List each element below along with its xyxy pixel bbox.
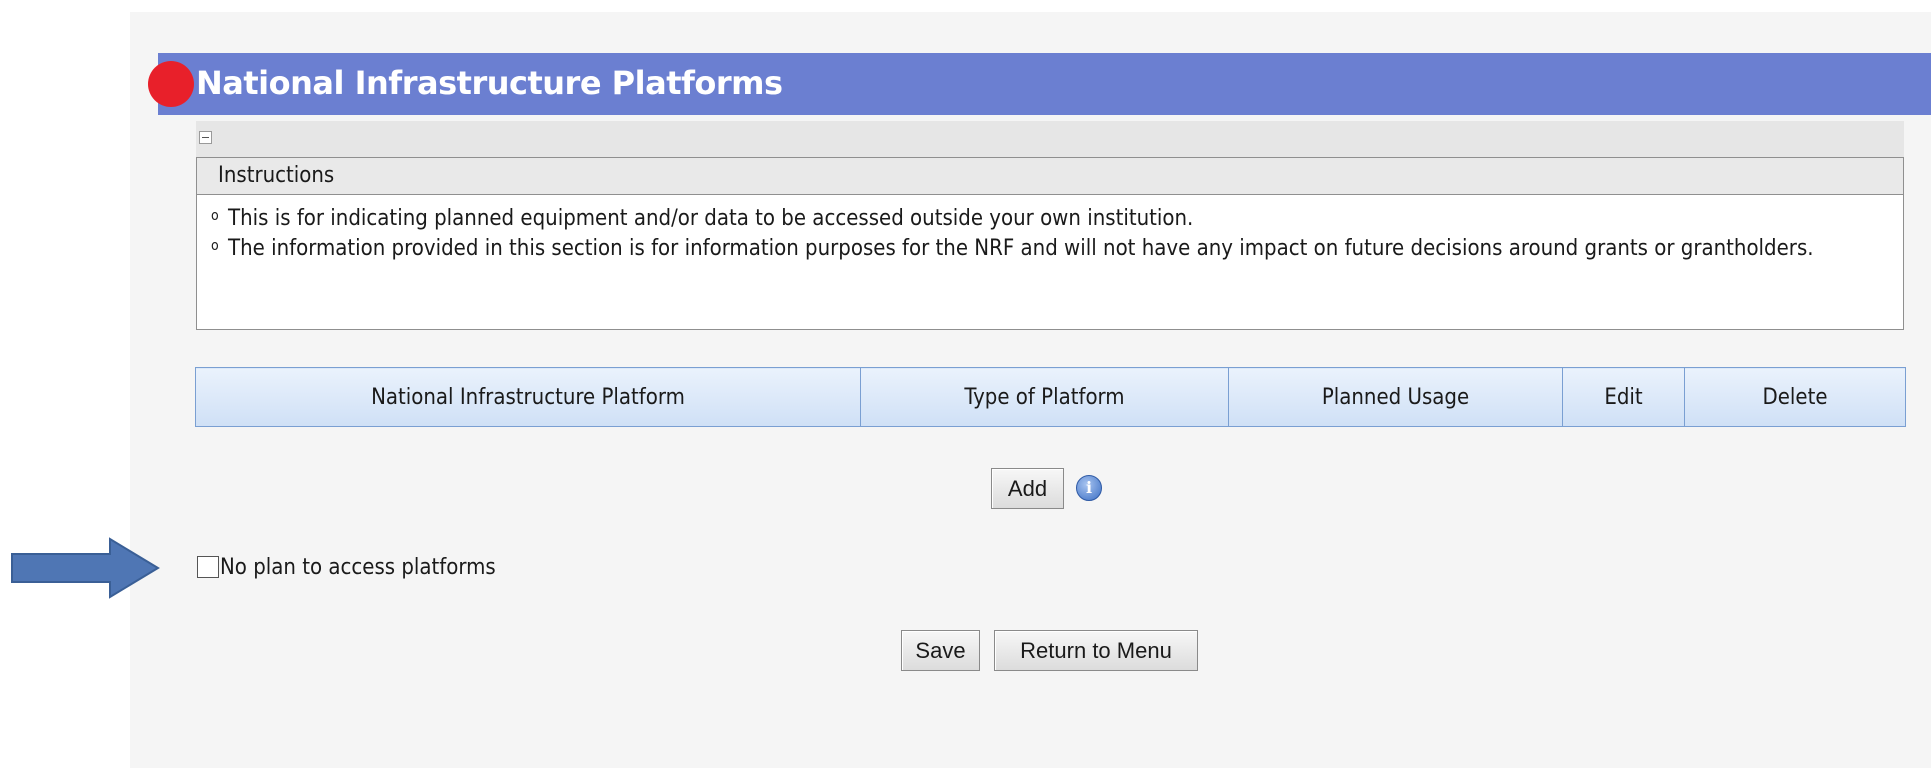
instructions-panel: Instructions o This is for indicating pla… [196,157,1904,330]
instructions-list: o This is for indicating planned equipmen… [197,195,1903,263]
add-button[interactable]: Add [991,468,1064,509]
instructions-header: Instructions [197,158,1903,195]
save-button[interactable]: Save [901,630,980,671]
bullet-icon: o [211,208,219,224]
platforms-table: National Infrastructure Platform Type of… [195,367,1906,427]
return-to-menu-button[interactable]: Return to Menu [994,630,1198,671]
column-header-edit: Edit [1562,367,1685,427]
instruction-text: This is for indicating planned equipment… [228,206,1194,231]
bullet-icon: o [211,238,219,254]
page-title: National Infrastructure Platforms [196,64,783,102]
column-header-platform: National Infrastructure Platform [195,367,861,427]
no-plan-checkbox[interactable] [197,556,219,578]
column-header-type: Type of Platform [860,367,1229,427]
collapse-strip [196,121,1904,157]
column-header-usage: Planned Usage [1228,367,1563,427]
instruction-item: o The information provided in this sectio… [197,235,1903,263]
instruction-text: The information provided in this section… [228,236,1814,261]
collapse-minus-icon[interactable] [199,131,212,144]
column-header-delete: Delete [1684,367,1906,427]
no-plan-label[interactable]: No plan to access platforms [220,553,496,583]
table-header-row: National Infrastructure Platform Type of… [195,367,1906,427]
instruction-item: o This is for indicating planned equipmen… [197,205,1903,233]
info-icon[interactable]: i [1076,475,1102,501]
arrow-pointer-icon [11,537,160,599]
status-dot-icon [148,61,194,107]
